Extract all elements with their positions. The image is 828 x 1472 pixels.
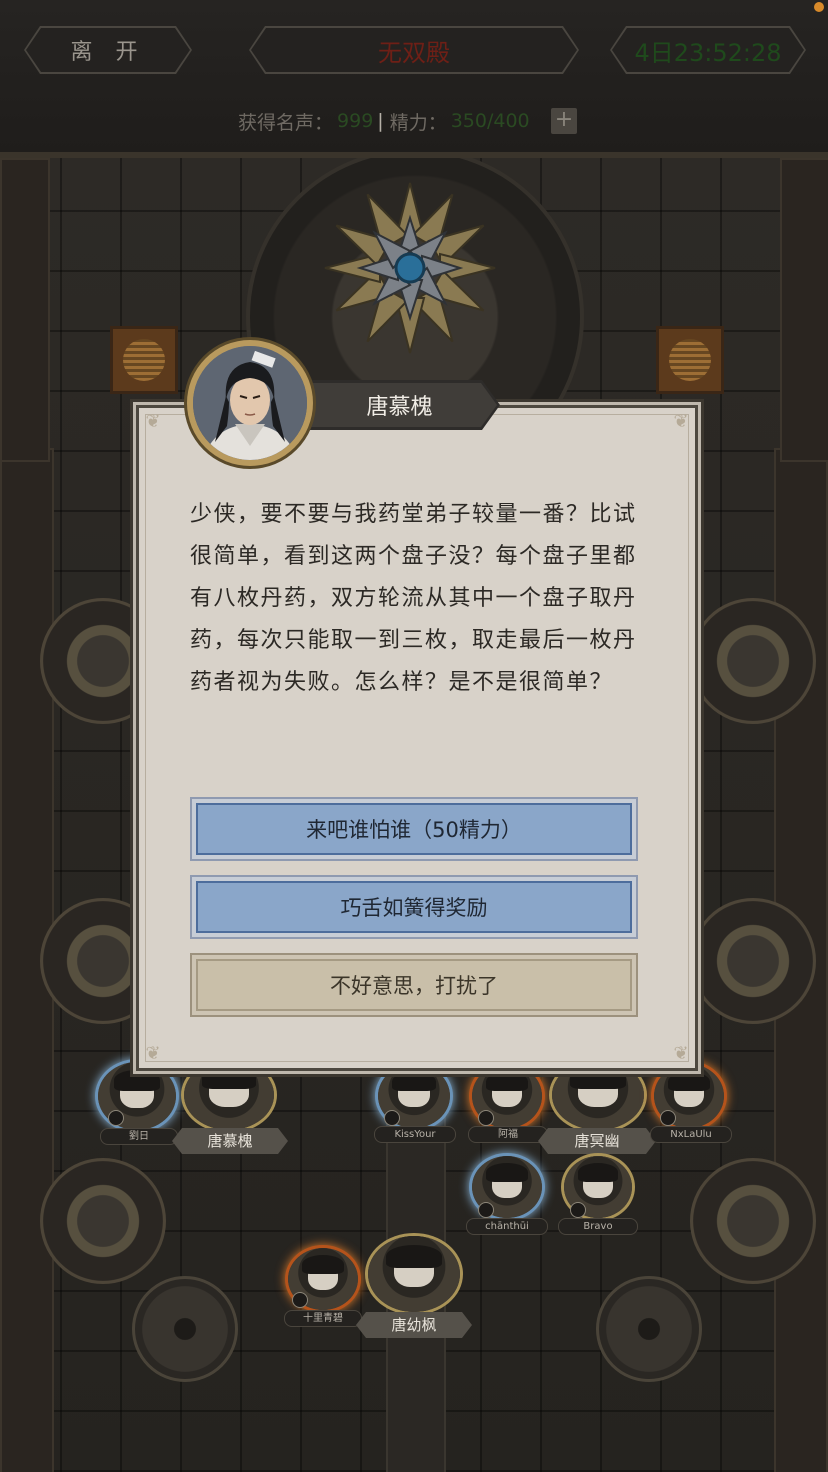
stats-line: 获得名声： 999 | 精力： 350/400 (238, 106, 534, 136)
right-upper-pillar (780, 158, 828, 462)
top-bar: 离 开 无双殿 4日23:52:28 获得名声： 999 | 精力： 350/4… (0, 0, 828, 158)
speaker-name: 唐慕槐 (366, 395, 433, 420)
corner-ornament-icon: ❦ (145, 1043, 161, 1064)
decline-label: 不好意思，打扰了 (330, 974, 498, 998)
notification-dot (814, 2, 824, 12)
persuade-reward-label: 巧舌如簧得奖励 (340, 896, 488, 920)
left-upper-pillar (0, 158, 50, 462)
countdown-timer: 4日23:52:28 (634, 38, 782, 67)
title-banner: 无双殿 (249, 26, 579, 74)
dialog-text: 少侠，要不要与我药堂弟子较量一番？比试很简单，看到这两个盘子没？每个盘子里都有八… (190, 502, 637, 695)
stats-separator: | (377, 110, 384, 132)
spike-wheel-right-2 (690, 898, 816, 1024)
add-energy-button[interactable]: + (551, 108, 577, 134)
portrait-figure-icon (193, 346, 307, 460)
speaker-name-plate: 唐慕槐 (280, 380, 500, 430)
lantern-right (656, 326, 724, 394)
speaker-avatar (187, 340, 313, 466)
lantern-left (110, 326, 178, 394)
shield-right (596, 1276, 702, 1382)
accept-challenge-label: 来吧谁怕谁（50精力） (306, 818, 522, 842)
shield-left (132, 1276, 238, 1382)
spike-wheel-right-3 (690, 1158, 816, 1284)
spike-wheel-left-3 (40, 1158, 166, 1284)
spike-wheel-right-1 (690, 598, 816, 724)
energy-label: 精力： (389, 111, 447, 134)
lotus-emblem-icon (324, 182, 496, 354)
corner-ornament-icon: ❦ (673, 411, 689, 432)
fame-value: 999 (337, 110, 374, 132)
corner-ornament-icon: ❦ (145, 411, 161, 432)
page-title: 无双殿 (378, 38, 450, 67)
fame-label: 获得名声： (238, 111, 334, 134)
accept-challenge-button[interactable]: 来吧谁怕谁（50精力） (190, 797, 638, 861)
leave-button[interactable]: 离 开 (24, 26, 192, 74)
leave-button-label: 离 开 (70, 40, 146, 65)
persuade-reward-button[interactable]: 巧舌如簧得奖励 (190, 875, 638, 939)
corner-ornament-icon: ❦ (673, 1043, 689, 1064)
decline-button[interactable]: 不好意思，打扰了 (190, 953, 638, 1017)
timer-banner: 4日23:52:28 (610, 26, 806, 74)
energy-value: 350/400 (450, 110, 530, 132)
